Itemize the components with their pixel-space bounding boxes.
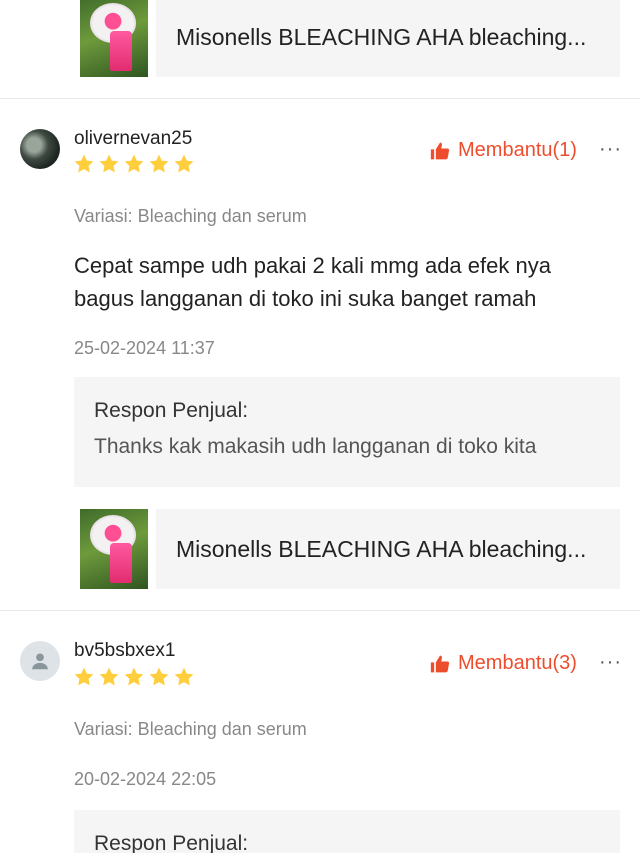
thumbs-up-icon: [430, 142, 450, 159]
review-comment: Cepat sampe udh pakai 2 kali mmg ada efe…: [74, 249, 614, 315]
seller-response-box: Respon Penjual: Thanks kak makasih udh l…: [74, 377, 620, 487]
review-comment-line: Cepat sampe udh pakai 2 kali mmg ada efe…: [74, 253, 551, 278]
more-dots-icon[interactable]: ···: [599, 138, 622, 161]
helpful-label: Membantu(3): [458, 652, 577, 674]
review-timestamp: 25-02-2024 11:37: [74, 338, 215, 358]
rating-stars: [73, 666, 195, 688]
divider: [0, 98, 640, 99]
more-dots-icon[interactable]: ···: [599, 651, 622, 674]
star-icon: [149, 667, 169, 686]
thumbs-up-icon: [430, 655, 450, 672]
star-icon: [174, 667, 194, 686]
star-icon: [74, 667, 94, 686]
divider: [0, 610, 640, 611]
star-icon: [74, 154, 94, 173]
review-variation: Variasi: Bleaching dan serum: [74, 719, 307, 739]
product-thumbnail: [80, 0, 148, 77]
seller-response-title: Respon Penjual:: [94, 399, 249, 422]
product-name-box: Misonells BLEACHING AHA bleaching...: [156, 509, 620, 589]
star-icon: [149, 154, 169, 173]
star-icon: [99, 154, 119, 173]
star-icon: [174, 154, 194, 173]
product-card[interactable]: Misonells BLEACHING AHA bleaching...: [80, 0, 620, 77]
review-timestamp: 20-02-2024 22:05: [74, 769, 217, 789]
product-name: Misonells BLEACHING AHA bleaching...: [176, 23, 587, 50]
seller-response-title: Respon Penjual:: [94, 832, 249, 853]
star-icon: [124, 667, 144, 686]
seller-response-box: Respon Penjual:: [74, 810, 620, 853]
avatar[interactable]: [20, 641, 60, 681]
product-thumbnail: [80, 509, 148, 589]
review-username[interactable]: olivernevan25: [74, 128, 192, 150]
user-icon: [32, 653, 48, 670]
rating-stars: [73, 153, 195, 175]
review-variation: Variasi: Bleaching dan serum: [74, 206, 307, 226]
star-icon: [124, 154, 144, 173]
helpful-label: Membantu(1): [458, 139, 577, 161]
review-username[interactable]: bv5bsbxex1: [74, 640, 175, 662]
star-icon: [99, 667, 119, 686]
seller-response-text: Thanks kak makasih udh langganan di toko…: [94, 435, 537, 458]
helpful-button[interactable]: Membantu(1): [430, 139, 577, 162]
product-card[interactable]: Misonells BLEACHING AHA bleaching...: [80, 509, 620, 589]
product-name-box: Misonells BLEACHING AHA bleaching...: [156, 0, 620, 77]
review-comment-line: bagus langganan di toko ini suka banget …: [74, 286, 537, 311]
avatar[interactable]: [20, 129, 60, 169]
helpful-button[interactable]: Membantu(3): [430, 652, 577, 675]
product-name: Misonells BLEACHING AHA bleaching...: [176, 535, 587, 562]
